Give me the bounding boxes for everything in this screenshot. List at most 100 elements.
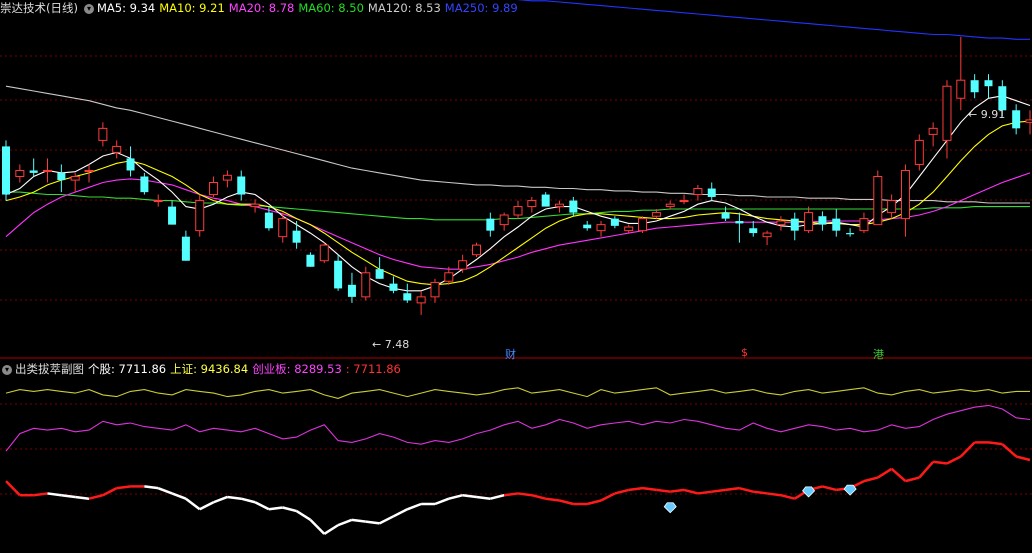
- dropdown-icon[interactable]: ▾: [83, 3, 94, 14]
- candle-down: [984, 80, 993, 87]
- stock-index-segment: [476, 495, 491, 500]
- stock-index-segment: [918, 460, 935, 479]
- stock-index-segment: [504, 492, 519, 497]
- candle-up: [222, 174, 232, 181]
- main-panel-header: 崇达技术(日线) ▾ MA5: 9.34 MA10: 9.21 MA20: 8.78 MA…: [0, 0, 526, 16]
- stock-index-segment: [959, 441, 976, 458]
- candle-down: [721, 212, 730, 219]
- candle-down: [375, 269, 384, 279]
- stock-index-segment: [545, 497, 560, 502]
- stock-index-segment: [559, 499, 574, 506]
- stock-index-segment: [628, 486, 643, 492]
- ma-label-1: MA10: 9.21: [159, 1, 225, 15]
- candle-up: [665, 203, 675, 208]
- candle-up: [596, 224, 606, 232]
- ma-label-4: MA120: 8.53: [367, 1, 441, 15]
- candle-down: [237, 176, 246, 195]
- candle-up: [43, 169, 53, 172]
- ma-label-0: MA5: 9.34: [96, 1, 156, 15]
- stock-index-segment: [157, 486, 173, 495]
- stock-index-segment: [697, 490, 712, 495]
- stock-title: 崇达技术(日线): [0, 1, 78, 15]
- stock-index-segment: [88, 493, 104, 500]
- stock-index-segment: [295, 509, 312, 521]
- stock-index-segment: [448, 493, 463, 500]
- candle-down: [181, 236, 190, 261]
- stock-index-segment: [185, 497, 201, 511]
- candle-up: [416, 296, 426, 304]
- candle-down: [610, 218, 619, 226]
- candle-down: [970, 80, 979, 93]
- candle-up: [624, 226, 634, 232]
- candle-down: [126, 158, 135, 171]
- candle-up: [527, 200, 537, 208]
- candle-up: [84, 169, 94, 172]
- candle-down: [583, 224, 592, 229]
- candle-up: [250, 203, 260, 208]
- stock-index-segment: [988, 441, 1003, 446]
- candle-down: [2, 146, 10, 195]
- stock-index-segment: [932, 460, 948, 465]
- candle-down: [306, 254, 315, 267]
- candle-up: [928, 127, 938, 135]
- stock-index-segment: [33, 492, 48, 497]
- candle-up: [942, 85, 952, 141]
- candle-up: [209, 182, 219, 196]
- candle-down: [749, 228, 758, 234]
- stock-index-segment: [199, 501, 215, 511]
- stock-index-segment: [213, 495, 228, 504]
- stock-index-segment: [517, 492, 532, 497]
- dropdown-icon[interactable]: ▾: [2, 364, 12, 375]
- event-mark-dividend[interactable]: $: [741, 346, 748, 359]
- candle-down: [569, 200, 578, 213]
- stock-index-segment: [890, 467, 907, 483]
- stock-index-segment: [531, 493, 546, 500]
- stock-index-segment: [75, 495, 90, 500]
- stock-index-segment: [614, 488, 630, 495]
- ma-label-5: MA250: 9.89: [444, 1, 518, 15]
- stock-index-segment: [780, 493, 796, 500]
- stock-index-segment: [766, 492, 782, 497]
- candle-up: [638, 218, 648, 232]
- candle-up: [873, 175, 883, 226]
- chinext-index-line: [5, 404, 1031, 452]
- stock-index-segment: [144, 485, 159, 490]
- stock-index-segment: [670, 488, 685, 493]
- candle-down: [832, 218, 841, 231]
- candle-down: [790, 218, 799, 231]
- sub-label-3: : 7711.86: [345, 362, 401, 376]
- stock-index-segment: [462, 493, 477, 499]
- candle-down: [292, 230, 301, 243]
- candle-down: [707, 188, 716, 197]
- event-mark-finance[interactable]: 财: [505, 346, 516, 362]
- candle-up: [98, 127, 108, 141]
- stock-index-segment: [863, 476, 879, 483]
- candle-up: [762, 232, 772, 238]
- stock-index-segment: [711, 488, 726, 493]
- stock-index-segment: [725, 486, 740, 492]
- candle-down: [264, 212, 273, 229]
- stock-chart-canvas[interactable]: [0, 0, 1032, 553]
- candle-up: [914, 139, 924, 165]
- stock-index-segment: [240, 497, 256, 504]
- candle-up: [693, 188, 703, 196]
- candle-down: [140, 176, 149, 193]
- stock-index-segment: [5, 480, 21, 497]
- stock-index-segment: [392, 508, 408, 518]
- candle-down: [818, 216, 827, 225]
- stock-index-segment: [877, 467, 893, 479]
- price-high-label: ← 9.91: [968, 108, 1006, 121]
- sub-label-0: 个股: 7711.86: [88, 362, 167, 376]
- candle-up: [278, 218, 288, 238]
- stock-index-segment: [406, 502, 422, 511]
- event-mark-hk[interactable]: 港: [873, 346, 884, 362]
- price-low-label: ← 7.48: [372, 338, 410, 351]
- candle-up: [555, 203, 565, 208]
- sub-label-1: 上证: 9436.84: [170, 362, 249, 376]
- stock-index-segment: [739, 486, 754, 493]
- candle-down: [403, 293, 412, 301]
- candle-down: [486, 218, 495, 231]
- ma-label-2: MA20: 8.78: [228, 1, 295, 15]
- stock-index-segment: [753, 490, 768, 495]
- sub-label-2: 创业板: 8289.53: [252, 362, 342, 376]
